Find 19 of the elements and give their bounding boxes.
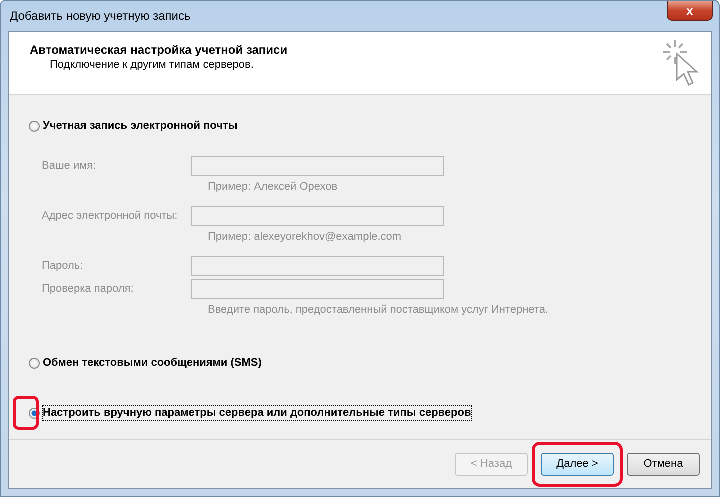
field-hint: Введите пароль, предоставленный поставщиком услуг Интернета. xyxy=(208,304,549,316)
header-subtitle: Подключение к другим типам серверов. xyxy=(49,59,255,71)
option-label[interactable]: Обмен текстовыми сообщениями (SMS) xyxy=(43,356,262,370)
field-hint: Пример: alexeyorekhov@example.com xyxy=(208,231,402,243)
radio-button[interactable] xyxy=(29,358,40,368)
option-label[interactable]: Учетная запись электронной почты xyxy=(43,119,238,133)
field-label: Проверка пароля: xyxy=(42,283,134,295)
field-label: Пароль: xyxy=(42,260,84,272)
field-label: Ваше имя: xyxy=(42,160,96,172)
close-button[interactable]: x xyxy=(667,1,713,21)
field-label: Адрес электронной почты: xyxy=(42,210,178,222)
dialog-button[interactable]: Далее > xyxy=(541,452,614,476)
dialog-button[interactable]: Отмена xyxy=(627,452,700,476)
radio-button[interactable] xyxy=(29,120,40,132)
option-label[interactable]: Настроить вручную параметры сервера или дополнительные типы серверов xyxy=(43,406,472,420)
window-title: Добавить новую учетную запись xyxy=(10,9,191,23)
field-hint: Пример: Алексей Орехов xyxy=(208,181,338,193)
header-title: Автоматическая настройка учетной записи xyxy=(30,43,288,57)
cursor-sparkle-icon xyxy=(661,38,701,86)
